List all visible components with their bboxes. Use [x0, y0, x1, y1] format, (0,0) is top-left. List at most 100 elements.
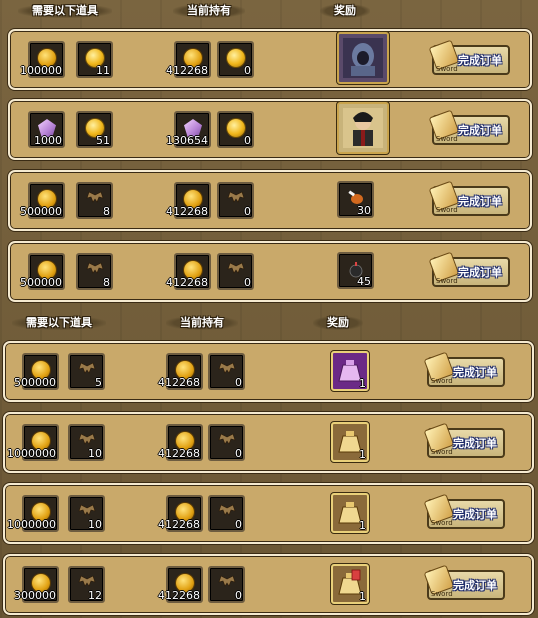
complete-order-button[interactable]: 完成订单 Sword — [423, 493, 505, 529]
required-qty: 51 — [96, 134, 110, 147]
bat-icon — [78, 362, 96, 374]
reward-item[interactable] — [337, 102, 389, 154]
owned-item-coin[interactable]: 412268 — [158, 424, 203, 461]
owned-qty: 0 — [235, 589, 242, 602]
required-item-coin[interactable]: 500000 — [20, 182, 65, 219]
owned-item-coin[interactable]: 412268 — [166, 41, 211, 78]
required-item-bat[interactable]: 8 — [76, 253, 113, 290]
owned-item-bat[interactable]: 0 — [208, 566, 245, 603]
reward-item[interactable] — [337, 32, 389, 84]
required-item-gold-coin[interactable]: 51 — [76, 111, 113, 148]
order-row: 500000 5 412268 0 1 完成订单 Sword — [3, 341, 534, 402]
required-qty: 1000 — [34, 134, 62, 147]
required-item-coin[interactable]: 300000 — [14, 566, 59, 603]
order-panel-1: 需要以下道具 当前持有 奖励 100000 11 412268 0 完成订单 Sw… — [0, 0, 538, 305]
reward-item[interactable]: 1 — [331, 564, 369, 604]
order-row: 100000 11 412268 0 完成订单 Sword — [8, 29, 532, 90]
button-sub-label: Sword — [431, 590, 453, 598]
order-row: 500000 8 412268 0 30 完成订单 Sword — [8, 170, 532, 231]
header-reward: 奖励 — [313, 316, 363, 330]
required-item-coin[interactable]: 1000000 — [7, 424, 59, 461]
owned-item-bat[interactable]: 0 — [217, 182, 254, 219]
required-item-coin[interactable]: 500000 — [14, 353, 59, 390]
owned-qty: 0 — [244, 64, 251, 77]
required-qty: 500000 — [20, 276, 62, 289]
complete-order-button[interactable]: 完成订单 Sword — [423, 564, 505, 600]
owned-item-bat[interactable]: 0 — [208, 424, 245, 461]
button-sub-label: Sword — [436, 135, 458, 143]
bat-icon — [218, 362, 236, 374]
owned-item-bat[interactable]: 0 — [208, 353, 245, 390]
complete-order-button[interactable]: 完成订单 Sword — [428, 39, 510, 75]
owned-item-bat[interactable]: 0 — [217, 253, 254, 290]
complete-order-button[interactable]: 完成订单 Sword — [428, 251, 510, 287]
required-item-bat[interactable]: 10 — [68, 424, 105, 461]
complete-order-button[interactable]: 完成订单 Sword — [423, 351, 505, 387]
reward-item[interactable]: 45 — [337, 252, 374, 289]
owned-item-coin[interactable]: 412268 — [158, 495, 203, 532]
owned-item-gem[interactable]: 130654 — [166, 111, 211, 148]
owned-item-bat[interactable]: 0 — [208, 495, 245, 532]
header-required: 需要以下道具 — [12, 316, 106, 330]
button-label: 完成订单 — [458, 124, 502, 137]
required-qty: 11 — [96, 64, 110, 77]
owned-qty: 412268 — [158, 447, 200, 460]
owned-qty: 412268 — [166, 64, 208, 77]
button-label: 完成订单 — [453, 437, 497, 450]
owned-qty: 412268 — [158, 518, 200, 531]
header-owned: 当前持有 — [173, 4, 245, 18]
order-row: 500000 8 412268 0 45 完成订单 Sword — [8, 241, 532, 302]
required-item-coin[interactable]: 1000000 — [7, 495, 59, 532]
required-item-bat[interactable]: 10 — [68, 495, 105, 532]
button-label: 完成订单 — [453, 579, 497, 592]
header-owned: 当前持有 — [166, 316, 238, 330]
order-panel-2: 需要以下道具 当前持有 奖励 500000 5 412268 0 1 完成订单 S… — [0, 312, 538, 618]
owned-qty: 412268 — [166, 276, 208, 289]
required-item-coin[interactable]: 500000 — [20, 253, 65, 290]
bat-icon — [227, 191, 245, 203]
reward-item[interactable]: 1 — [331, 493, 369, 533]
complete-order-button[interactable]: 完成订单 Sword — [428, 109, 510, 145]
complete-order-button[interactable]: 完成订单 Sword — [423, 422, 505, 458]
bat-icon — [86, 262, 104, 274]
header-reward: 奖励 — [320, 4, 370, 18]
required-item-gem[interactable]: 1000 — [28, 111, 65, 148]
owned-item-coin[interactable]: 412268 — [166, 182, 211, 219]
owned-item-coin[interactable]: 412268 — [158, 353, 203, 390]
required-item-gold-coin[interactable]: 11 — [76, 41, 113, 78]
complete-order-button[interactable]: 完成订单 Sword — [428, 180, 510, 216]
warrior-portrait-icon — [343, 108, 383, 148]
owned-qty: 0 — [244, 276, 251, 289]
owned-item-gold-coin[interactable]: 0 — [217, 111, 254, 148]
reward-item[interactable]: 1 — [331, 422, 369, 462]
button-sub-label: Sword — [436, 206, 458, 214]
owned-item-coin[interactable]: 412268 — [158, 566, 203, 603]
required-item-bat[interactable]: 12 — [68, 566, 105, 603]
button-label: 完成订单 — [458, 54, 502, 67]
button-label: 完成订单 — [453, 366, 497, 379]
bat-icon — [218, 575, 236, 587]
owned-item-coin[interactable]: 412268 — [166, 253, 211, 290]
owned-qty: 0 — [235, 447, 242, 460]
required-qty: 8 — [103, 276, 110, 289]
reward-item[interactable]: 30 — [337, 181, 374, 218]
order-row: 1000000 10 412268 0 1 完成订单 Sword — [3, 483, 534, 544]
required-qty: 8 — [103, 205, 110, 218]
required-qty: 1000000 — [7, 518, 56, 531]
order-row: 1000000 10 412268 0 1 完成订单 Sword — [3, 412, 534, 473]
header-row: 需要以下道具 当前持有 奖励 — [0, 316, 538, 330]
order-row: 1000 51 130654 0 完成订单 Sword — [8, 99, 532, 160]
owned-qty: 130654 — [166, 134, 208, 147]
required-item-coin[interactable]: 100000 — [20, 41, 65, 78]
bat-icon — [86, 191, 104, 203]
owned-item-gold-coin[interactable]: 0 — [217, 41, 254, 78]
required-item-bat[interactable]: 5 — [68, 353, 105, 390]
button-label: 完成订单 — [453, 508, 497, 521]
reward-item[interactable]: 1 — [331, 351, 369, 391]
button-sub-label: Sword — [436, 277, 458, 285]
reward-qty: 45 — [357, 275, 371, 288]
required-qty: 10 — [88, 518, 102, 531]
owned-qty: 412268 — [158, 589, 200, 602]
required-item-bat[interactable]: 8 — [76, 182, 113, 219]
owned-qty: 412268 — [158, 376, 200, 389]
